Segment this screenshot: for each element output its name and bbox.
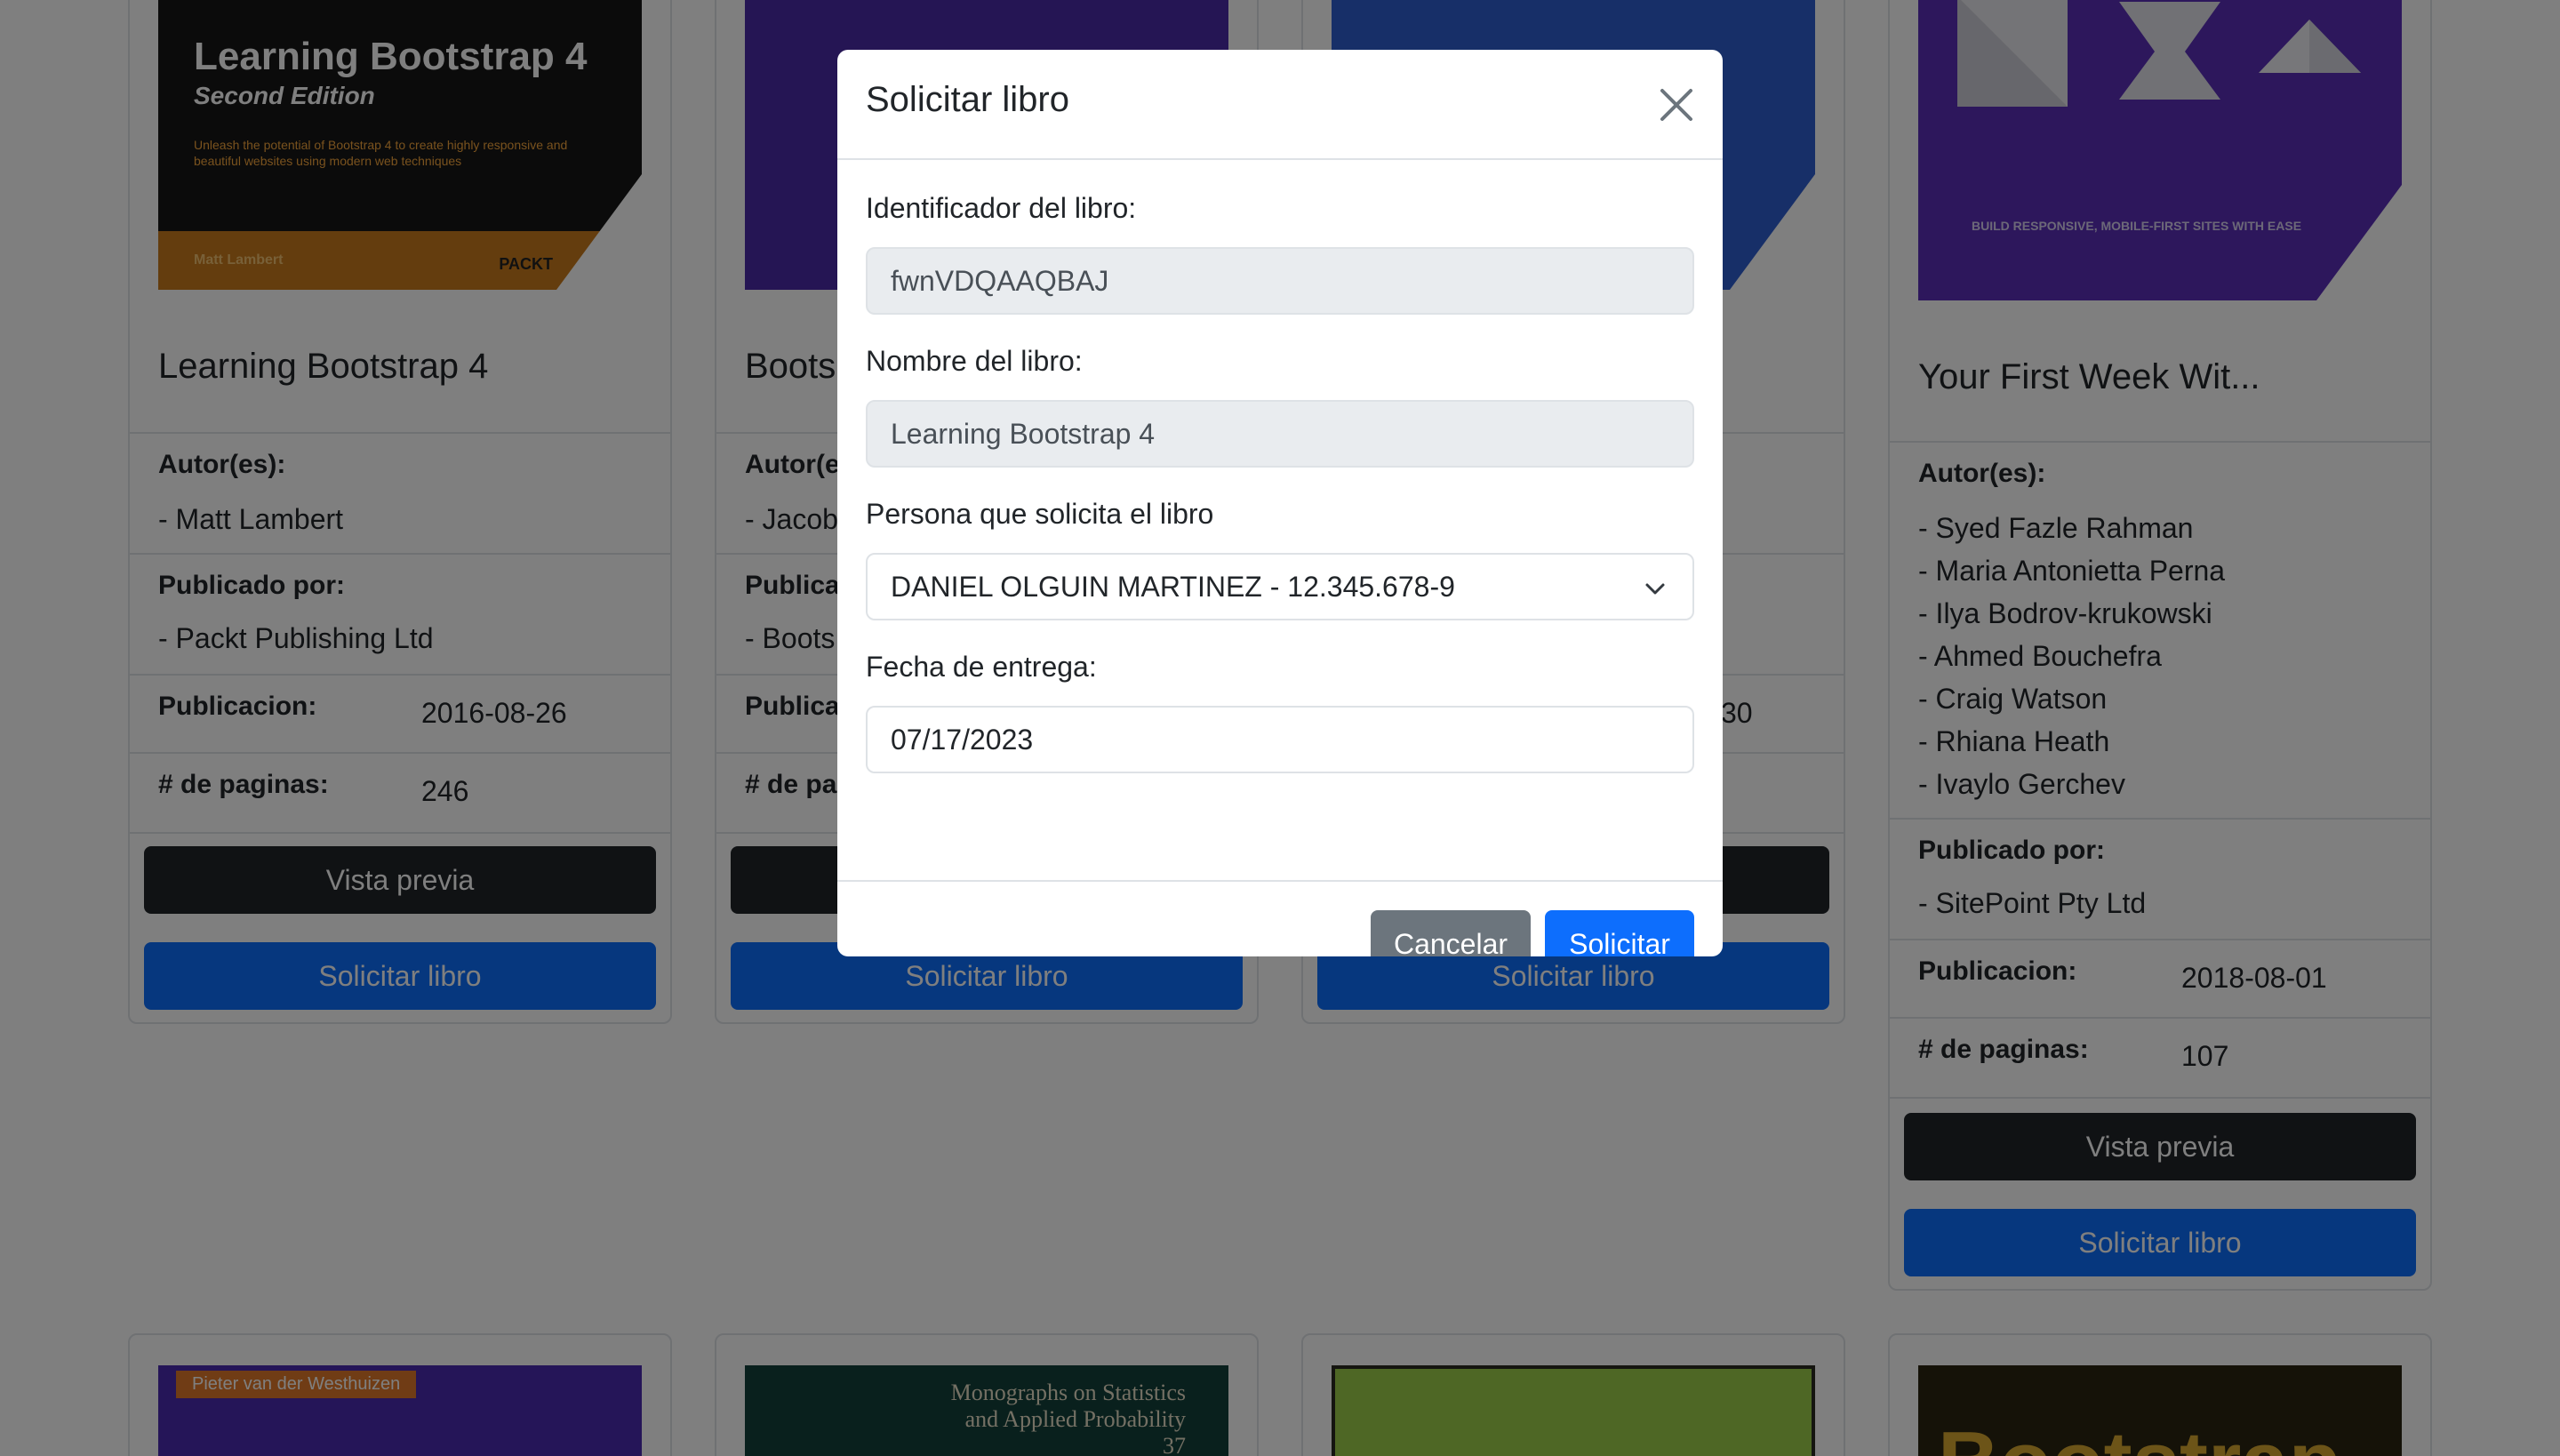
requester-label: Persona que solicita el libro	[866, 498, 1214, 530]
modal-footer: Cancelar Solicitar	[837, 880, 1723, 956]
chevron-down-icon	[1645, 583, 1665, 595]
close-button[interactable]	[1653, 82, 1700, 128]
due-date-label: Fecha de entrega:	[866, 651, 1097, 683]
book-id-label: Identificador del libro:	[866, 192, 1137, 224]
submit-request-button[interactable]: Solicitar	[1545, 910, 1694, 956]
modal-header: Solicitar libro	[837, 50, 1723, 160]
request-book-modal: Solicitar libro Identificador del libro:…	[837, 50, 1723, 956]
close-icon	[1660, 89, 1692, 121]
due-date-input[interactable]: 07/17/2023	[866, 706, 1694, 773]
requester-selected-value: DANIEL OLGUIN MARTINEZ - 12.345.678-9	[891, 570, 1455, 603]
requester-select[interactable]: DANIEL OLGUIN MARTINEZ - 12.345.678-9	[866, 553, 1694, 620]
book-id-field[interactable]: fwnVDQAAQBAJ	[866, 247, 1694, 315]
modal-title: Solicitar libro	[866, 80, 1069, 119]
book-name-label: Nombre del libro:	[866, 345, 1083, 377]
book-name-field[interactable]: Learning Bootstrap 4	[866, 400, 1694, 468]
cancel-button[interactable]: Cancelar	[1371, 910, 1531, 956]
